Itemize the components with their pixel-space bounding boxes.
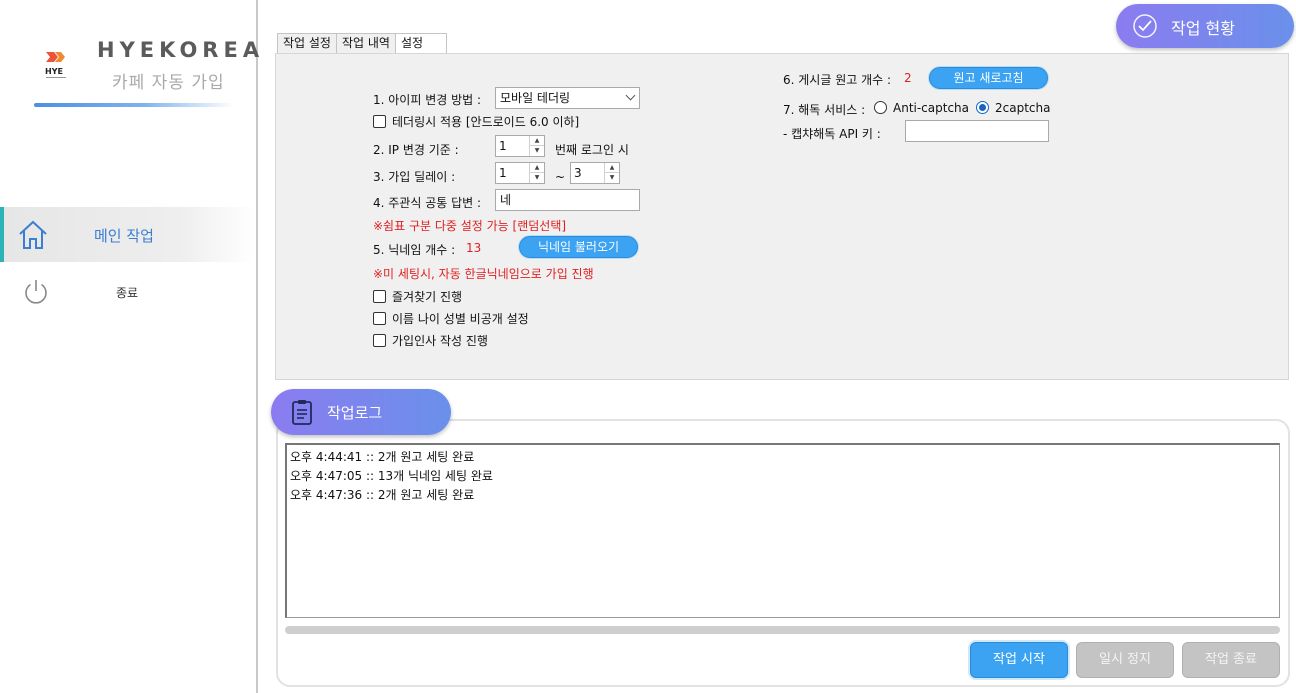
post-count: 2	[904, 71, 912, 85]
status-button[interactable]: 작업 현황	[1116, 4, 1294, 48]
log-textarea[interactable]: 오후 4:44:41 :: 2개 원고 세팅 완료 오후 4:47:05 :: …	[285, 443, 1280, 618]
pause-button[interactable]: 일시 정지	[1076, 642, 1174, 678]
log-line: 오후 4:47:05 :: 13개 닉네임 세팅 완료	[290, 469, 493, 483]
chevron-down-icon	[625, 90, 636, 101]
nickname-count: 13	[466, 241, 482, 255]
post-count-label: 6. 게시글 원고 개수 :	[783, 73, 892, 87]
answer-note: ※쉼표 구분 다중 설정 가능 [랜덤선택]	[373, 219, 567, 233]
log-line: 오후 4:44:41 :: 2개 원고 세팅 완료	[290, 450, 475, 464]
horizontal-scrollbar[interactable]	[285, 626, 1280, 634]
ip-change-stepper[interactable]: 1 ▲ ▼	[495, 135, 545, 157]
log-header: 작업로그	[271, 389, 451, 435]
brand-name: HYEKOREA	[97, 38, 265, 62]
answer-label: 4. 주관식 공통 답변 :	[373, 196, 482, 210]
tab-work-history[interactable]: 작업 내역	[335, 33, 396, 54]
2captcha-label: 2captcha	[995, 101, 1051, 115]
sidebar-item-label: 메인 작업	[94, 227, 154, 245]
settings-panel: 1. 아이피 변경 방법 : 모바일 테더링 테더링시 적용 [안드로이드 6.…	[275, 53, 1289, 380]
chevron-down-icon[interactable]: ▼	[530, 173, 544, 183]
tether-checkbox[interactable]	[373, 115, 386, 128]
tab-strip: 작업 설정 작업 내역 설정	[277, 33, 447, 55]
load-nickname-button[interactable]: 닉네임 불러오기	[519, 236, 638, 258]
log-line: 오후 4:47:36 :: 2개 원고 세팅 완료	[290, 488, 475, 502]
private-checkbox[interactable]	[373, 312, 386, 325]
favorite-checkbox[interactable]	[373, 290, 386, 303]
power-icon	[22, 278, 50, 306]
anti-captcha-radio[interactable]	[874, 101, 887, 114]
sidebar-item-label: 종료	[116, 286, 139, 300]
stepper-buttons[interactable]: ▲ ▼	[529, 136, 544, 156]
start-button[interactable]: 작업 시작	[970, 642, 1068, 678]
chevron-up-icon[interactable]: ▲	[530, 163, 544, 173]
sidebar-item-main-task[interactable]: 메인 작업	[0, 207, 256, 262]
chevron-down-icon[interactable]: ▼	[605, 173, 619, 183]
delay-separator: ~	[555, 170, 566, 184]
delay-max-value: 3	[574, 166, 582, 180]
sidebar: HYE HYEKOREA 카페 자동 가입 메인 작업 종료	[0, 0, 259, 693]
app-window: HYE HYEKOREA 카페 자동 가입 메인 작업 종료 작업 현황 작업 …	[0, 0, 1296, 693]
answer-input[interactable]: 네	[495, 189, 640, 211]
anti-captcha-label: Anti-captcha	[893, 101, 970, 115]
status-label: 작업 현황	[1171, 19, 1235, 38]
delay-max-stepper[interactable]: 3 ▲ ▼	[570, 162, 620, 184]
tab-settings[interactable]: 설정	[394, 33, 447, 55]
nickname-label: 5. 닉네임 개수 :	[373, 243, 456, 257]
greeting-checkbox[interactable]	[373, 334, 386, 347]
stop-button[interactable]: 작업 종료	[1182, 642, 1280, 678]
refresh-posts-button[interactable]: 원고 새로고침	[929, 67, 1048, 89]
sidebar-item-exit[interactable]: 종료	[0, 272, 256, 327]
ip-method-select[interactable]: 모바일 테더링	[495, 87, 640, 109]
favorite-label: 즐겨찾기 진행	[392, 290, 463, 304]
chevron-up-icon[interactable]: ▲	[605, 163, 619, 173]
api-key-input[interactable]	[905, 120, 1049, 142]
delay-min-value: 1	[499, 166, 507, 180]
clipboard-icon	[291, 399, 313, 425]
tab-work-settings[interactable]: 작업 설정	[277, 33, 337, 54]
2captcha-radio[interactable]	[976, 101, 989, 114]
chevron-down-icon[interactable]: ▼	[530, 146, 544, 156]
check-circle-icon	[1132, 13, 1158, 39]
ip-method-label: 1. 아이피 변경 방법 :	[373, 93, 482, 107]
ip-change-label: 2. IP 변경 기준 :	[373, 143, 459, 157]
ip-change-value: 1	[499, 139, 507, 153]
tether-check-label: 테더링시 적용 [안드로이드 6.0 이하]	[392, 115, 580, 129]
brand-subtitle: 카페 자동 가입	[112, 73, 225, 93]
greeting-label: 가입인사 작성 진행	[392, 334, 488, 348]
ip-change-suffix: 번째 로그인 시	[555, 143, 629, 157]
ip-method-value: 모바일 테더링	[500, 91, 571, 105]
logo-icon: HYE	[44, 48, 70, 80]
logo-text: HYE	[45, 67, 63, 76]
log-title: 작업로그	[327, 404, 383, 422]
delay-min-stepper[interactable]: 1 ▲ ▼	[495, 162, 545, 184]
stepper-buttons[interactable]: ▲ ▼	[604, 163, 619, 183]
api-key-label: - 캡챠해독 API 키 :	[783, 127, 881, 141]
brand-divider	[34, 103, 234, 107]
private-label: 이름 나이 성별 비공개 설정	[392, 312, 529, 326]
captcha-label: 7. 해독 서비스 :	[783, 103, 866, 117]
home-icon	[17, 219, 49, 251]
chevron-up-icon[interactable]: ▲	[530, 136, 544, 146]
stepper-buttons[interactable]: ▲ ▼	[529, 163, 544, 183]
delay-label: 3. 가입 딜레이 :	[373, 170, 456, 184]
nickname-note: ※미 세팅시, 자동 한글닉네임으로 가입 진행	[373, 267, 594, 281]
